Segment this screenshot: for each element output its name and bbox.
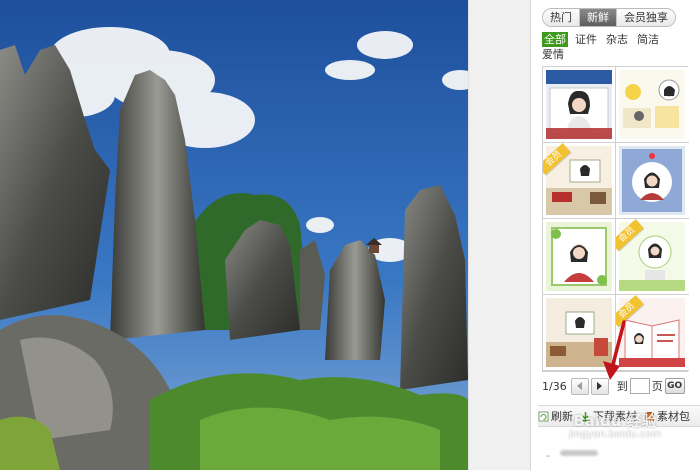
category-magazine[interactable]: 杂志 <box>606 32 628 47</box>
refresh-label: 刷新 <box>551 410 573 423</box>
page-status: 1/36 <box>542 379 567 393</box>
download-button[interactable]: 下载素材 <box>580 408 637 424</box>
page-number-input[interactable] <box>629 378 650 394</box>
cartoon-template-image <box>619 70 685 139</box>
photo-canvas[interactable] <box>0 0 468 470</box>
chevron-left-icon <box>577 382 583 390</box>
prev-page-button[interactable] <box>570 377 589 395</box>
stone-forest-photo <box>0 0 468 470</box>
package-icon <box>644 411 655 422</box>
download-icon <box>580 411 591 422</box>
next-page-button[interactable] <box>590 377 609 395</box>
template-thumbnail[interactable] <box>543 219 616 295</box>
category-filter: 全部 证件 杂志 简洁爱情 <box>542 32 692 62</box>
template-thumbnail-vip[interactable]: 会员 <box>543 143 616 219</box>
panel-toolbar: 刷新 下载素材 素材包 <box>538 405 700 427</box>
category-all[interactable]: 全部 <box>542 32 568 47</box>
template-thumbnail[interactable] <box>543 295 616 371</box>
template-thumbnail[interactable] <box>616 67 689 143</box>
panel-tabs: 热门 新鲜 会员独享 <box>542 8 676 27</box>
category-id-photo[interactable]: 证件 <box>575 32 597 47</box>
goto-label: 到 <box>616 380 628 393</box>
app-window: 热门 新鲜 会员独享 全部 证件 杂志 简洁 爱情 会员 会员 会员 1/36 … <box>0 0 700 470</box>
chevron-right-icon <box>597 382 603 390</box>
library-button[interactable]: 素材包 <box>644 408 690 424</box>
portrait-template-image <box>546 70 612 139</box>
template-thumbnail-vip[interactable]: 会员 <box>616 219 689 295</box>
go-button[interactable]: GO <box>664 378 685 394</box>
tab-hot[interactable]: 热门 <box>543 9 580 26</box>
desk-template-image <box>546 298 612 367</box>
pagination: 1/36 到 页 GO <box>542 377 698 395</box>
refresh-button[interactable]: 刷新 <box>538 408 573 424</box>
category-simple[interactable]: 简洁 <box>637 32 659 47</box>
page-unit-label: 页 <box>651 380 663 393</box>
thumbnail-grid: 会员 会员 会员 <box>542 66 689 372</box>
refresh-icon <box>538 411 549 422</box>
download-label: 下载素材 <box>593 410 637 423</box>
template-thumbnail-vip[interactable]: 会员 <box>616 295 689 371</box>
canvas-gutter <box>468 0 530 470</box>
tab-new[interactable]: 新鲜 <box>580 9 617 26</box>
template-thumbnail[interactable] <box>543 67 616 143</box>
template-thumbnail[interactable] <box>616 143 689 219</box>
tab-vip-only[interactable]: 会员独享 <box>617 9 675 26</box>
list-bullet: - <box>546 449 550 462</box>
blurred-text <box>560 446 600 460</box>
library-label: 素材包 <box>657 410 690 423</box>
category-love[interactable]: 爱情 <box>542 47 564 62</box>
blue-frame-template-image <box>619 146 685 215</box>
green-frame-template-image <box>546 222 612 291</box>
